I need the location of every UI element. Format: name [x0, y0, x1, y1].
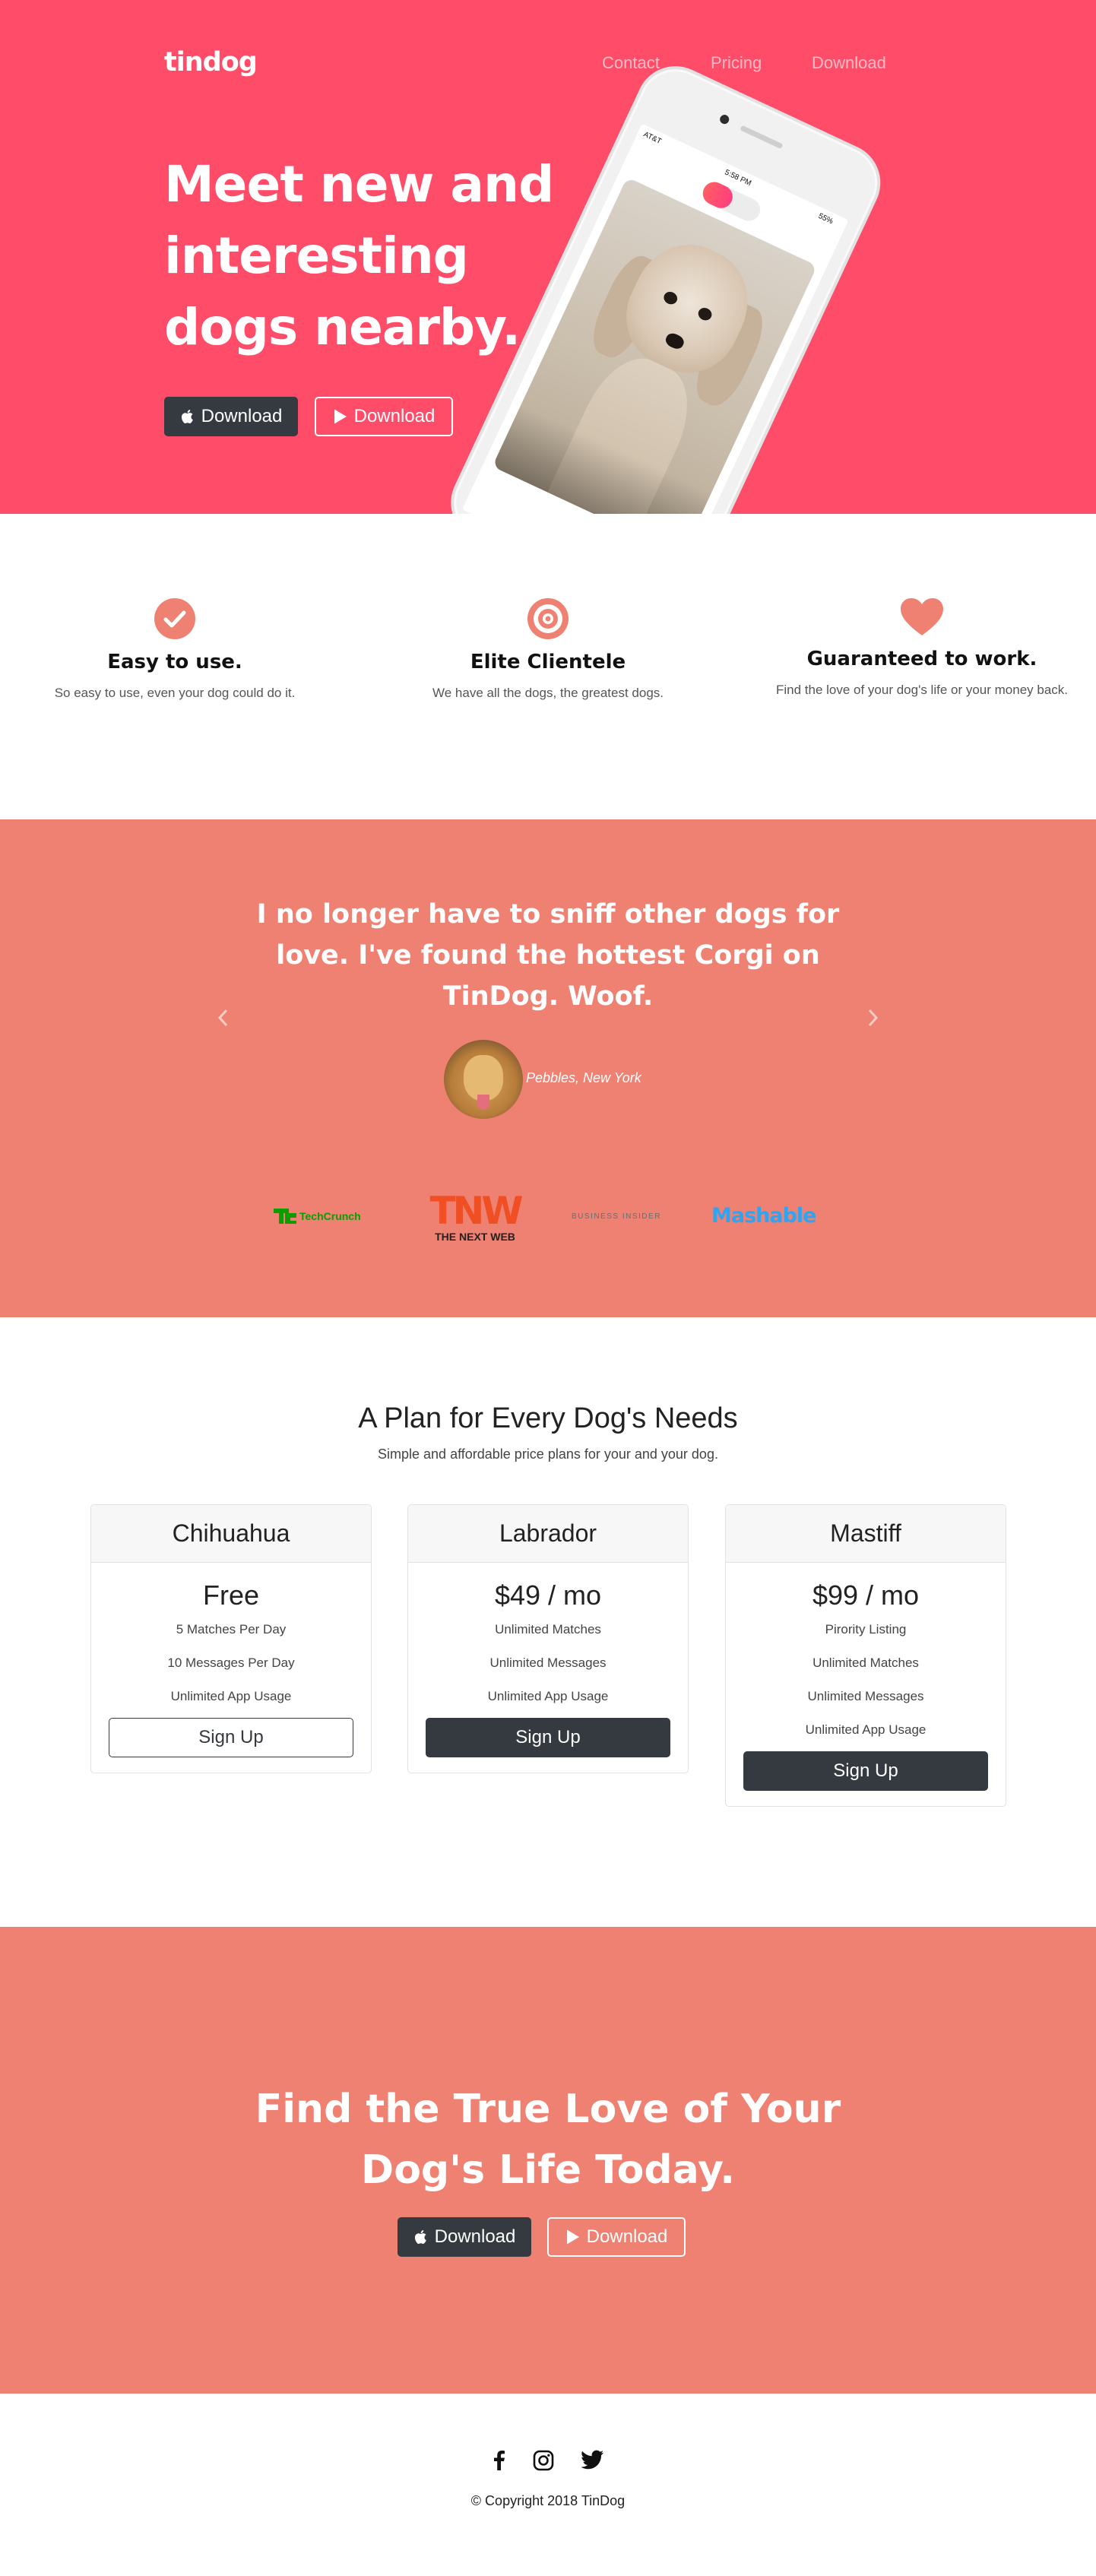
press-tnw: TNW	[429, 1192, 522, 1233]
nav-link-download[interactable]: Download	[812, 53, 886, 73]
plan-feature: Unlimited Matches	[495, 1622, 601, 1637]
apple-icon	[181, 410, 193, 423]
feature-guaranteed: Guaranteed to work. Find the love of you…	[740, 597, 1096, 698]
hero-section: tindog Contact Pricing Download Meet new…	[0, 0, 1096, 514]
feature-title: Elite Clientele	[470, 651, 626, 673]
plan-name: Chihuahua	[91, 1505, 371, 1563]
heart-icon	[901, 598, 943, 635]
plan-feature: Unlimited Matches	[812, 1656, 919, 1670]
features-section: Easy to use. So easy to use, even your d…	[0, 514, 1096, 819]
plan-feature: Unlimited App Usage	[487, 1689, 609, 1703]
sign-up-button-mastiff[interactable]: Sign Up	[743, 1751, 988, 1791]
plan-feature: Unlimited App Usage	[170, 1689, 292, 1703]
pricing-title: A Plan for Every Dog's Needs	[358, 1402, 738, 1434]
plan-feature: 10 Messages Per Day	[167, 1656, 295, 1670]
plan-feature: Unlimited Messages	[489, 1656, 607, 1670]
pricing-subtitle: Simple and affordable price plans for yo…	[378, 1446, 718, 1462]
plan-name: Mastiff	[726, 1505, 1006, 1563]
testimonial-section: I no longer have to sniff other dogs for…	[0, 819, 1096, 1317]
plan-feature: Unlimited App Usage	[805, 1722, 927, 1737]
plan-name: Labrador	[408, 1505, 688, 1563]
techcrunch-logo: TechCrunch	[272, 1206, 386, 1229]
brand-logo[interactable]: tindog	[164, 47, 258, 78]
hero-play-download-button[interactable]: Download	[315, 397, 453, 436]
google-play-icon	[566, 2229, 579, 2245]
phone-battery: 55%	[816, 211, 835, 227]
navbar: tindog Contact Pricing Download	[0, 0, 1096, 129]
twitter-icon[interactable]	[581, 2450, 604, 2470]
cta-play-download-button[interactable]: Download	[547, 2217, 686, 2257]
pricing-card-labrador: Labrador $49 / mo Unlimited Matches Unli…	[407, 1504, 689, 1773]
phone-carrier: AT&T	[641, 130, 663, 147]
check-circle-icon	[154, 598, 195, 639]
nav-link-pricing[interactable]: Pricing	[711, 53, 762, 73]
facebook-icon[interactable]	[489, 2450, 509, 2471]
carousel-next-icon[interactable]	[866, 1008, 880, 1028]
plan-feature: 5 Matches Per Day	[176, 1622, 287, 1637]
feature-title: Easy to use.	[107, 651, 242, 673]
business-insider-logo: BUSINESS INSIDER	[572, 1209, 673, 1226]
copyright: © Copyright 2018 TinDog	[470, 2493, 626, 2508]
apple-icon	[414, 2230, 426, 2244]
instagram-icon[interactable]	[533, 2450, 554, 2471]
pricing-card-mastiff: Mastiff $99 / mo Pirority Listing Unlimi…	[725, 1504, 1006, 1807]
google-play-icon	[334, 409, 347, 424]
hero-apple-download-button[interactable]: Download	[164, 397, 298, 436]
plan-price: Free	[202, 1580, 260, 1611]
feature-title: Guaranteed to work.	[806, 648, 1037, 670]
testimonial-quote: I no longer have to sniff other dogs for…	[256, 899, 840, 1012]
tnw-logo: TNW THE NEXT WEB	[420, 1189, 531, 1249]
testimonial-author: Pebbles, New York	[526, 1070, 641, 1085]
testimonial-avatar	[444, 1040, 523, 1119]
hero-play-download-label: Download	[353, 406, 436, 426]
pricing-card-chihuahua: Chihuahua Free 5 Matches Per Day 10 Mess…	[90, 1504, 372, 1773]
mashable-logo: Mashable	[711, 1199, 825, 1234]
feature-text: Find the love of your dog's life or your…	[775, 683, 1069, 697]
cta-apple-download-button[interactable]: Download	[398, 2217, 531, 2257]
cta-title: Find the True Love of Your Dog's Life To…	[255, 2086, 841, 2193]
press-techcrunch: TechCrunch	[299, 1210, 361, 1222]
press-business-insider: BUSINESS INSIDER	[572, 1212, 661, 1221]
cta-apple-download-label: Download	[434, 2226, 516, 2247]
bullseye-icon	[527, 598, 569, 639]
hero-apple-download-label: Download	[201, 406, 283, 426]
press-mashable: Mashable	[711, 1204, 816, 1228]
sign-up-button-chihuahua[interactable]: Sign Up	[109, 1718, 353, 1757]
plan-feature: Pirority Listing	[825, 1622, 907, 1637]
plan-price: $49 / mo	[494, 1580, 602, 1611]
sign-up-button-labrador[interactable]: Sign Up	[426, 1718, 670, 1757]
press-the-next-web: THE NEXT WEB	[435, 1231, 515, 1243]
feature-easy: Easy to use. So easy to use, even your d…	[0, 597, 357, 701]
feature-elite: Elite Clientele We have all the dogs, th…	[366, 597, 730, 701]
plan-feature: Unlimited Messages	[807, 1689, 924, 1703]
footer: © Copyright 2018 TinDog	[0, 2394, 1096, 2576]
plan-price: $99 / mo	[812, 1580, 920, 1611]
cta-section: Find the True Love of Your Dog's Life To…	[0, 1927, 1096, 2394]
feature-text: We have all the dogs, the greatest dogs.	[432, 686, 664, 700]
carousel-prev-icon[interactable]	[216, 1008, 230, 1028]
feature-text: So easy to use, even your dog could do i…	[54, 686, 296, 700]
cta-play-download-label: Download	[586, 2226, 668, 2247]
pricing-section: A Plan for Every Dog's Needs Simple and …	[0, 1317, 1096, 1927]
